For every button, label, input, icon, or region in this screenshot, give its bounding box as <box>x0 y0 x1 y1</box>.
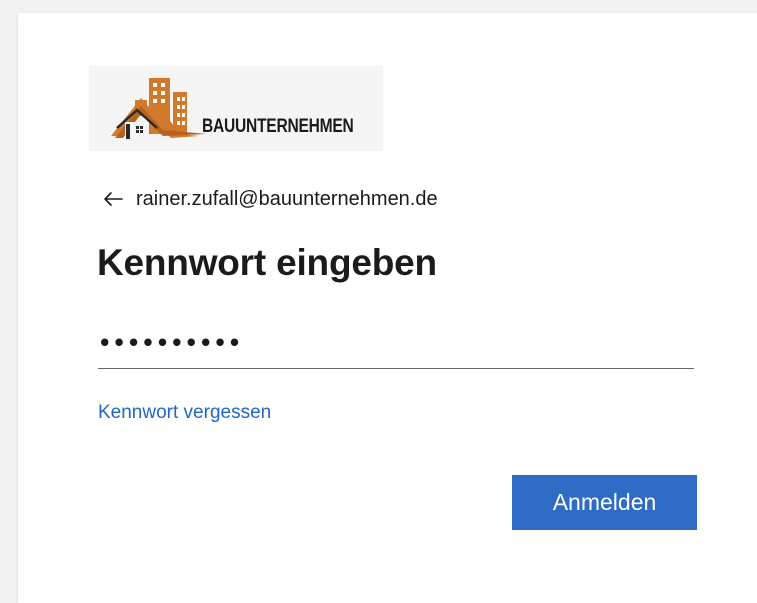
page-title: Kennwort eingeben <box>97 242 437 283</box>
identity-row: rainer.zufall@bauunternehmen.de <box>102 186 438 212</box>
arrow-left-icon[interactable] <box>102 190 124 208</box>
forgot-password-link[interactable]: Kennwort vergessen <box>98 402 271 424</box>
building-house-logo-icon <box>111 78 207 139</box>
signin-button[interactable]: Anmelden <box>512 475 697 530</box>
company-logo: BAUUNTERNEHMEN <box>89 66 383 151</box>
password-field[interactable] <box>98 318 694 369</box>
brand-name: BAUUNTERNEHMEN <box>202 116 354 137</box>
account-email: rainer.zufall@bauunternehmen.de <box>136 187 438 210</box>
